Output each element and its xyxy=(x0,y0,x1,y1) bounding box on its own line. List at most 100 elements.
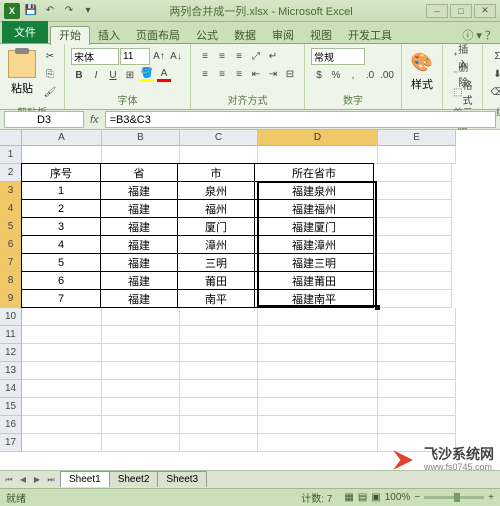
styles-button[interactable]: 🎨 样式 xyxy=(408,48,436,94)
row-header[interactable]: 4 xyxy=(0,200,22,218)
cell[interactable]: 福建厦门 xyxy=(254,217,374,236)
align-mid-icon[interactable]: ≡ xyxy=(214,48,230,64)
cell[interactable] xyxy=(180,416,258,434)
cell[interactable]: 漳州 xyxy=(177,235,255,254)
cell[interactable]: 莆田 xyxy=(177,271,255,290)
cell[interactable]: 福建莆田 xyxy=(254,271,374,290)
cell[interactable] xyxy=(374,236,452,254)
cell[interactable]: 福州 xyxy=(177,199,255,218)
close-button[interactable]: ✕ xyxy=(474,4,496,18)
sheet-tab[interactable]: Sheet3 xyxy=(157,471,207,487)
cell[interactable] xyxy=(22,308,102,326)
cell[interactable]: 市 xyxy=(177,163,255,182)
row-header[interactable]: 2 xyxy=(0,164,22,182)
align-right-icon[interactable]: ≡ xyxy=(231,66,247,82)
col-header[interactable]: C xyxy=(180,130,258,146)
cell[interactable] xyxy=(374,200,452,218)
save-icon[interactable]: 💾 xyxy=(23,3,39,19)
cell[interactable] xyxy=(180,146,258,164)
cell[interactable] xyxy=(180,380,258,398)
underline-button[interactable]: U xyxy=(105,67,121,83)
cell[interactable]: 泉州 xyxy=(177,181,255,200)
cell[interactable]: 序号 xyxy=(21,163,101,182)
autosum-icon[interactable]: Σ xyxy=(489,48,500,64)
row-header[interactable]: 13 xyxy=(0,362,22,380)
cell[interactable] xyxy=(378,362,456,380)
cell[interactable]: 3 xyxy=(21,217,101,236)
copy-icon[interactable]: ⎘ xyxy=(42,66,58,82)
view-layout-icon[interactable]: ▤ xyxy=(358,492,367,503)
fill-color-button[interactable]: 🪣 xyxy=(139,67,155,83)
cell[interactable] xyxy=(102,344,180,362)
cell[interactable] xyxy=(378,308,456,326)
row-header[interactable]: 5 xyxy=(0,218,22,236)
minimize-button[interactable]: ‒ xyxy=(426,4,448,18)
cell[interactable] xyxy=(22,416,102,434)
ribbon-tab[interactable]: 开始 xyxy=(50,26,90,45)
sheet-tab[interactable]: Sheet1 xyxy=(60,471,110,487)
cell[interactable] xyxy=(378,326,456,344)
shrink-font-icon[interactable]: A↓ xyxy=(168,48,184,64)
zoom-slider[interactable] xyxy=(424,496,484,499)
cell[interactable] xyxy=(180,308,258,326)
bold-button[interactable]: B xyxy=(71,67,87,83)
cell[interactable] xyxy=(374,254,452,272)
cell[interactable]: 6 xyxy=(21,271,101,290)
row-header[interactable]: 10 xyxy=(0,308,22,326)
row-header[interactable]: 12 xyxy=(0,344,22,362)
cell[interactable] xyxy=(22,362,102,380)
cell[interactable]: 4 xyxy=(21,235,101,254)
cell[interactable] xyxy=(374,218,452,236)
cell[interactable]: 2 xyxy=(21,199,101,218)
cell[interactable] xyxy=(102,326,180,344)
cell[interactable] xyxy=(374,164,452,182)
view-normal-icon[interactable]: ▦ xyxy=(344,492,353,503)
qat-dropdown-icon[interactable]: ▾ xyxy=(80,3,96,19)
cut-icon[interactable]: ✂ xyxy=(42,48,58,64)
name-box[interactable] xyxy=(4,111,84,128)
sheet-first-icon[interactable]: ⏮ xyxy=(2,473,16,487)
cell[interactable] xyxy=(258,146,378,164)
font-size-select[interactable] xyxy=(120,48,150,65)
cell[interactable] xyxy=(180,326,258,344)
cell[interactable]: 福建 xyxy=(100,199,178,218)
cell[interactable]: 1 xyxy=(21,181,101,200)
cell[interactable] xyxy=(22,326,102,344)
currency-icon[interactable]: $ xyxy=(311,67,327,83)
cell[interactable] xyxy=(378,146,456,164)
row-header[interactable]: 6 xyxy=(0,236,22,254)
cell[interactable] xyxy=(258,362,378,380)
cell[interactable]: 南平 xyxy=(177,289,255,308)
cell[interactable]: 福建三明 xyxy=(254,253,374,272)
ribbon-tab[interactable]: 审阅 xyxy=(264,27,302,45)
cell[interactable] xyxy=(180,434,258,452)
select-all-corner[interactable] xyxy=(0,130,22,146)
ribbon-tab[interactable]: 页面布局 xyxy=(128,27,188,45)
cell[interactable] xyxy=(258,344,378,362)
inc-decimal-icon[interactable]: .0 xyxy=(362,67,378,83)
cell[interactable]: 福建 xyxy=(100,271,178,290)
cell[interactable] xyxy=(258,380,378,398)
cell[interactable]: 福建漳州 xyxy=(254,235,374,254)
cell[interactable]: 福建 xyxy=(100,217,178,236)
cell[interactable] xyxy=(258,434,378,452)
redo-icon[interactable]: ↷ xyxy=(61,3,77,19)
spreadsheet-grid[interactable]: ABCDE 1234567891011121314151617 序号省市所在省市… xyxy=(0,130,500,470)
align-left-icon[interactable]: ≡ xyxy=(197,66,213,82)
row-header[interactable]: 8 xyxy=(0,272,22,290)
cell[interactable] xyxy=(180,344,258,362)
sheet-prev-icon[interactable]: ◀ xyxy=(16,473,30,487)
cell[interactable]: 福建 xyxy=(100,235,178,254)
cell[interactable]: 福建福州 xyxy=(254,199,374,218)
maximize-button[interactable]: □ xyxy=(450,4,472,18)
sheet-tab[interactable]: Sheet2 xyxy=(109,471,159,487)
cell[interactable]: 5 xyxy=(21,253,101,272)
font-name-select[interactable] xyxy=(71,48,119,65)
ribbon-tab[interactable]: 数据 xyxy=(226,27,264,45)
format-cells-button[interactable]: ⬚格式 xyxy=(449,84,476,100)
row-header[interactable]: 17 xyxy=(0,434,22,452)
orientation-icon[interactable]: ⤢ xyxy=(248,48,264,64)
comma-icon[interactable]: , xyxy=(345,67,361,83)
cell[interactable] xyxy=(258,398,378,416)
cell[interactable]: 所在省市 xyxy=(254,163,374,182)
